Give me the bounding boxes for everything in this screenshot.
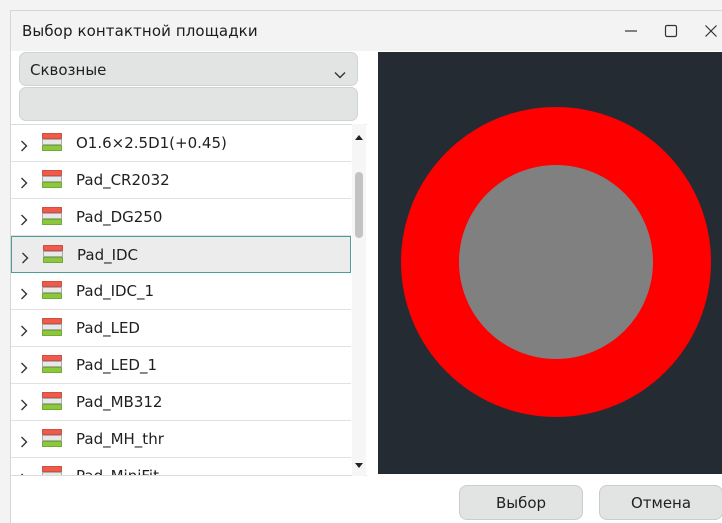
list-item-label: Pad_IDC_1 (76, 282, 155, 300)
list-item[interactable]: O1.6×2.5D1(+0.45) (11, 125, 351, 162)
chevron-right-icon[interactable] (20, 433, 28, 452)
chevron-right-icon[interactable] (20, 359, 28, 378)
list-item-label: Pad_LED_1 (76, 356, 158, 374)
list-item-label: Pad_CR2032 (76, 171, 170, 189)
list-item-label: Pad_MB312 (76, 393, 163, 411)
scroll-up-icon[interactable] (354, 126, 364, 145)
pad-stack-icon (42, 429, 62, 447)
pad-stack-icon (42, 318, 62, 336)
list-item[interactable]: Pad_LED_1 (11, 347, 351, 384)
chevron-down-icon (334, 64, 346, 83)
chevron-right-icon[interactable] (20, 174, 28, 193)
minimize-icon[interactable] (616, 19, 646, 43)
list-item-label: Pad_MH_thr (76, 430, 164, 448)
pad-preview-canvas (378, 52, 722, 474)
maximize-icon[interactable] (656, 19, 686, 43)
list-item[interactable]: Pad_LED (11, 310, 351, 347)
vertical-scrollbar[interactable] (352, 124, 366, 476)
list-item[interactable]: Pad_MB312 (11, 384, 351, 421)
pad-type-value: Сквозные (30, 61, 107, 79)
list-item[interactable]: Pad_IDC (11, 236, 351, 273)
list-item-label: Pad_MiniFit (76, 467, 159, 476)
pad-type-dropdown[interactable]: Сквозные (19, 52, 358, 86)
filter-input[interactable] (19, 87, 358, 121)
chevron-right-icon[interactable] (20, 137, 28, 156)
list-item-label: Pad_LED (76, 319, 140, 337)
chevron-right-icon[interactable] (20, 322, 28, 341)
list-item[interactable]: Pad_DG250 (11, 199, 351, 236)
chevron-right-icon[interactable] (20, 396, 28, 415)
chevron-right-icon[interactable] (20, 470, 28, 475)
list-item-label: O1.6×2.5D1(+0.45) (76, 134, 227, 152)
pad-stack-icon (42, 281, 62, 299)
cancel-button[interactable]: Отмена (599, 485, 722, 520)
chevron-right-icon[interactable] (20, 211, 28, 230)
close-icon[interactable] (696, 19, 722, 43)
list-item[interactable]: Pad_CR2032 (11, 162, 351, 199)
pad-stack-icon (42, 170, 62, 188)
title-bar: Выбор контактной площадки (11, 11, 722, 51)
pad-tree-list: O1.6×2.5D1(+0.45) Pad_CR2032 Pad_DG250 Pad_… (11, 124, 367, 476)
list-item[interactable]: Pad_MiniFit (11, 458, 351, 476)
scrollbar-thumb[interactable] (355, 172, 363, 238)
pad-stack-icon (42, 466, 62, 475)
pad-stack-icon (42, 207, 62, 225)
chevron-right-icon[interactable] (21, 249, 29, 268)
scroll-down-icon[interactable] (354, 454, 364, 473)
chevron-right-icon[interactable] (20, 285, 28, 304)
list-item-label: Pad_DG250 (76, 208, 163, 226)
select-button[interactable]: Выбор (459, 485, 583, 520)
list-item-label: Pad_IDC (77, 246, 139, 264)
list-item[interactable]: Pad_MH_thr (11, 421, 351, 458)
pad-selection-dialog: Выбор контактной площадки Сквозные O1.6×… (10, 10, 722, 523)
pad-stack-icon (42, 392, 62, 410)
pad-stack-icon (42, 355, 62, 373)
pad-drill-hole (459, 165, 653, 359)
window-title: Выбор контактной площадки (22, 22, 258, 40)
pad-stack-icon (43, 245, 63, 263)
pad-stack-icon (42, 133, 62, 151)
list-item[interactable]: Pad_IDC_1 (11, 273, 351, 310)
